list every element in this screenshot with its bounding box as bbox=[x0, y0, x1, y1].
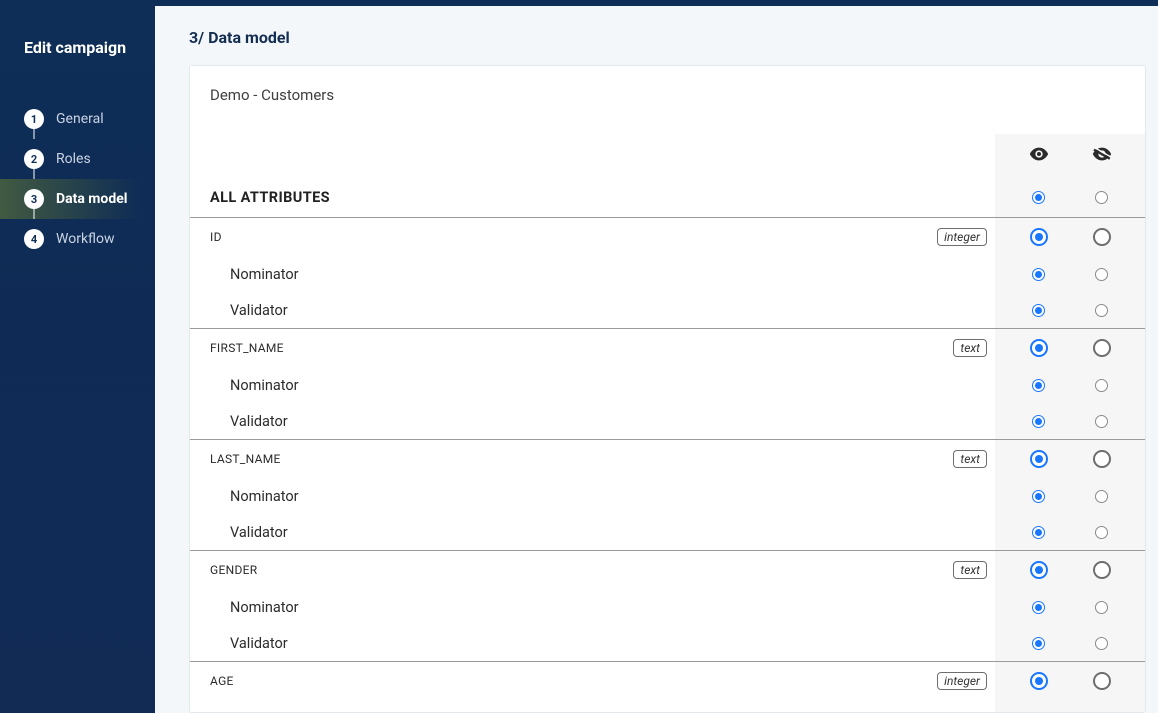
role-name: Validator bbox=[230, 635, 288, 652]
role-hidden-radio[interactable] bbox=[1095, 526, 1108, 539]
all-attributes-hidden-radio[interactable] bbox=[1095, 191, 1108, 204]
attribute-type-badge: integer bbox=[937, 672, 987, 690]
attribute-visible-radio[interactable] bbox=[1030, 672, 1048, 690]
role-row: Validator bbox=[190, 403, 1145, 439]
attribute-visible-radio[interactable] bbox=[1030, 339, 1048, 357]
role-visible-radio[interactable] bbox=[1032, 490, 1045, 503]
attribute-group: LAST_NAME text Nominator Validator bbox=[190, 440, 1145, 551]
attribute-name: LAST_NAME bbox=[210, 452, 281, 466]
role-hidden-radio[interactable] bbox=[1095, 637, 1108, 650]
attribute-header: ID integer bbox=[190, 218, 1145, 256]
role-name: Validator bbox=[230, 413, 288, 430]
card-subtitle: Demo - Customers bbox=[190, 86, 1145, 134]
role-name: Nominator bbox=[230, 377, 299, 394]
sidebar-step-workflow[interactable]: 4 Workflow bbox=[0, 219, 155, 259]
attribute-hidden-radio[interactable] bbox=[1093, 450, 1111, 468]
role-row: Nominator bbox=[190, 367, 1145, 403]
all-attributes-visible-radio[interactable] bbox=[1032, 191, 1045, 204]
attribute-group: GENDER text Nominator Validator bbox=[190, 551, 1145, 662]
data-model-card: Demo - Customers ALL ATTRIBUTES IDinteg bbox=[189, 65, 1146, 713]
role-row: Nominator bbox=[190, 478, 1145, 514]
role-row: Validator bbox=[190, 514, 1145, 550]
sidebar-step-general[interactable]: 1General bbox=[0, 99, 155, 139]
role-row: Nominator bbox=[190, 700, 1145, 713]
attribute-group: FIRST_NAME text Nominator Validator bbox=[190, 329, 1145, 440]
attribute-name: AGE bbox=[210, 674, 234, 688]
attribute-type-badge: integer bbox=[937, 228, 987, 246]
role-hidden-radio[interactable] bbox=[1095, 415, 1108, 428]
all-attributes-label: ALL ATTRIBUTES bbox=[210, 189, 330, 206]
sidebar: Edit campaign 1General2Roles3Data model4… bbox=[0, 0, 155, 713]
attribute-group: ID integer Nominator Validator bbox=[190, 218, 1145, 329]
attribute-type-badge: text bbox=[953, 450, 987, 468]
role-row: Nominator bbox=[190, 256, 1145, 292]
eye-off-icon bbox=[1091, 143, 1113, 169]
role-hidden-radio[interactable] bbox=[1095, 490, 1108, 503]
attribute-visible-radio[interactable] bbox=[1030, 561, 1048, 579]
attribute-header: FIRST_NAME text bbox=[190, 329, 1145, 367]
attribute-name: ID bbox=[210, 230, 222, 244]
attribute-name: GENDER bbox=[210, 563, 257, 577]
role-hidden-radio[interactable] bbox=[1095, 601, 1108, 614]
eye-icon bbox=[1028, 143, 1050, 169]
role-name: Nominator bbox=[230, 599, 299, 616]
attribute-type-badge: text bbox=[953, 339, 987, 357]
step-number-badge: 4 bbox=[24, 229, 44, 249]
step-label: Workflow bbox=[56, 231, 115, 247]
attribute-header: LAST_NAME text bbox=[190, 440, 1145, 478]
role-visible-radio[interactable] bbox=[1032, 304, 1045, 317]
role-name: Nominator bbox=[230, 488, 299, 505]
role-row: Validator bbox=[190, 625, 1145, 661]
sidebar-steps: 1General2Roles3Data model 4 Workflow bbox=[0, 99, 155, 259]
attribute-group: AGE integer Nominator bbox=[190, 662, 1145, 713]
role-visible-radio[interactable] bbox=[1032, 379, 1045, 392]
step-label: General bbox=[56, 111, 104, 127]
attribute-visible-radio[interactable] bbox=[1030, 450, 1048, 468]
role-hidden-radio[interactable] bbox=[1095, 304, 1108, 317]
step-label: Data model bbox=[56, 191, 127, 207]
role-visible-radio[interactable] bbox=[1032, 526, 1045, 539]
attribute-header: AGE integer bbox=[190, 662, 1145, 700]
attribute-hidden-radio[interactable] bbox=[1093, 339, 1111, 357]
role-name: Validator bbox=[230, 524, 288, 541]
role-visible-radio[interactable] bbox=[1032, 415, 1045, 428]
sidebar-step-data-model[interactable]: 3Data model bbox=[0, 179, 155, 219]
role-name: Validator bbox=[230, 302, 288, 319]
attribute-type-badge: text bbox=[953, 561, 987, 579]
all-attributes-row: ALL ATTRIBUTES bbox=[190, 178, 1145, 218]
role-row: Validator bbox=[190, 292, 1145, 328]
role-hidden-radio[interactable] bbox=[1095, 379, 1108, 392]
role-visible-radio[interactable] bbox=[1032, 637, 1045, 650]
main-content: 3/ Data model Demo - Customers ALL ATTRI… bbox=[155, 0, 1158, 713]
role-row: Nominator bbox=[190, 589, 1145, 625]
step-label: Roles bbox=[56, 151, 91, 167]
sidebar-title: Edit campaign bbox=[0, 38, 155, 99]
role-name: Nominator bbox=[230, 266, 299, 283]
page-title: 3/ Data model bbox=[189, 28, 1146, 47]
attribute-hidden-radio[interactable] bbox=[1093, 228, 1111, 246]
attribute-visible-radio[interactable] bbox=[1030, 228, 1048, 246]
role-visible-radio[interactable] bbox=[1032, 601, 1045, 614]
role-hidden-radio[interactable] bbox=[1095, 268, 1108, 281]
role-name: Nominator bbox=[230, 710, 299, 713]
visibility-header-row bbox=[190, 134, 1145, 178]
attribute-hidden-radio[interactable] bbox=[1093, 561, 1111, 579]
role-visible-radio[interactable] bbox=[1032, 268, 1045, 281]
attribute-header: GENDER text bbox=[190, 551, 1145, 589]
attribute-hidden-radio[interactable] bbox=[1093, 672, 1111, 690]
sidebar-step-roles[interactable]: 2Roles bbox=[0, 139, 155, 179]
attribute-name: FIRST_NAME bbox=[210, 341, 284, 355]
